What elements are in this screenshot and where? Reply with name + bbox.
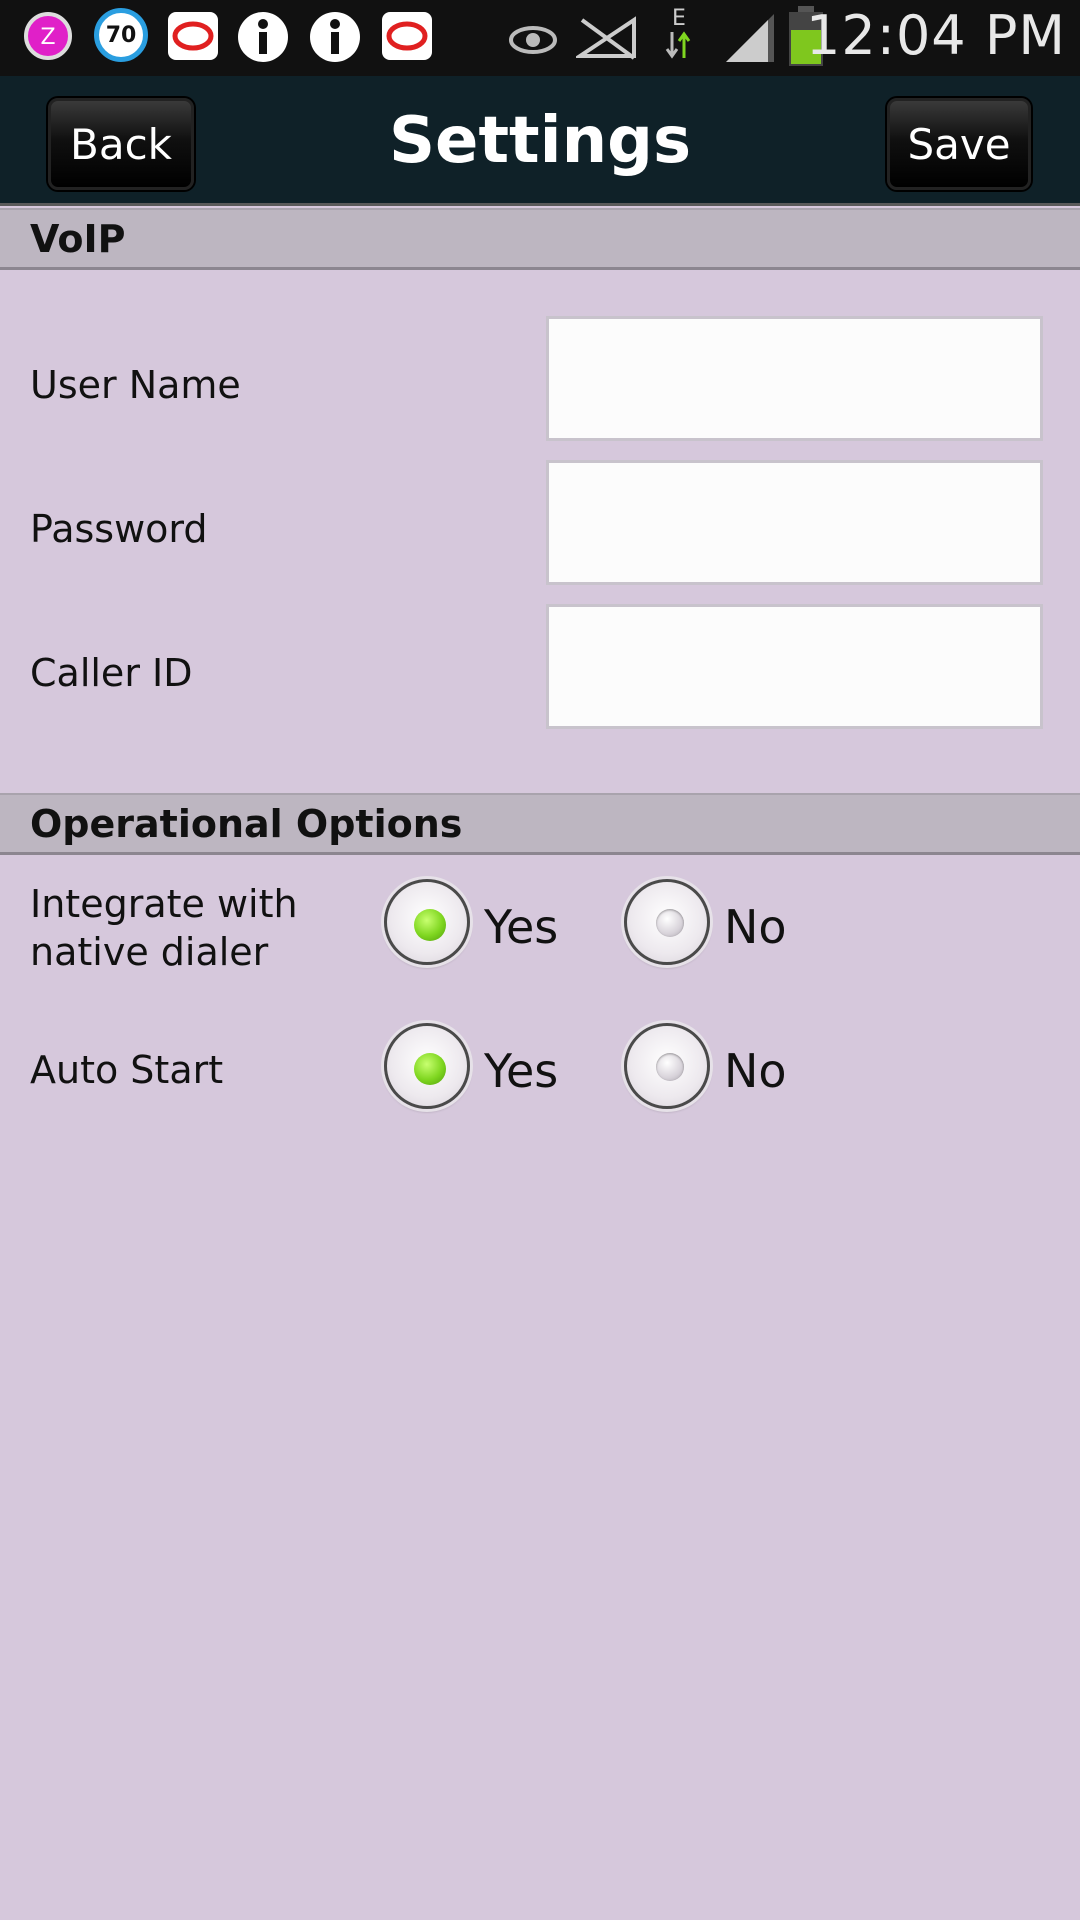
auto-start-yes-radio[interactable]	[384, 1023, 470, 1109]
integrate-dialer-label-line2: native dialer	[30, 930, 269, 974]
integrate-dialer-no-label[interactable]: No	[724, 900, 787, 954]
messaging-icon	[168, 12, 218, 60]
speed-badge-icon: 70	[94, 8, 148, 62]
status-bar: Z 70 E 12:04 PM	[0, 0, 1080, 76]
info-icon	[238, 12, 288, 62]
section-header-operational-options: Operational Options	[0, 793, 1080, 855]
password-input[interactable]	[546, 460, 1043, 585]
title-bar: Back Settings Save	[0, 76, 1080, 206]
section-header-voip: VoIP	[0, 208, 1080, 270]
speed-badge-number: 70	[105, 22, 137, 48]
svg-text:Z: Z	[40, 25, 55, 50]
password-label: Password	[30, 507, 208, 551]
eye-icon	[509, 26, 557, 54]
auto-start-yes-label[interactable]: Yes	[484, 1044, 558, 1098]
user-name-label: User Name	[30, 363, 241, 407]
signal-bars-icon	[726, 14, 774, 62]
caller-id-label: Caller ID	[30, 651, 193, 695]
no-signal-icon	[576, 16, 636, 60]
auto-start-no-label[interactable]: No	[724, 1044, 787, 1098]
info-icon	[310, 12, 360, 62]
integrate-dialer-label: Integrate with native dialer	[30, 880, 298, 976]
messaging-icon	[382, 12, 432, 60]
status-time: 12:04 PM	[806, 4, 1066, 67]
data-arrows-icon: E	[664, 8, 694, 65]
integrate-dialer-yes-radio[interactable]	[384, 879, 470, 965]
auto-start-no-radio[interactable]	[624, 1023, 710, 1109]
zello-icon: Z	[24, 12, 72, 60]
integrate-dialer-no-radio[interactable]	[624, 879, 710, 965]
caller-id-input[interactable]	[546, 604, 1043, 729]
integrate-dialer-yes-label[interactable]: Yes	[484, 900, 558, 954]
network-type-label: E	[672, 6, 686, 31]
auto-start-label: Auto Start	[30, 1048, 224, 1092]
user-name-input[interactable]	[546, 316, 1043, 441]
save-button[interactable]: Save	[887, 98, 1031, 190]
integrate-dialer-label-line1: Integrate with	[30, 882, 298, 926]
